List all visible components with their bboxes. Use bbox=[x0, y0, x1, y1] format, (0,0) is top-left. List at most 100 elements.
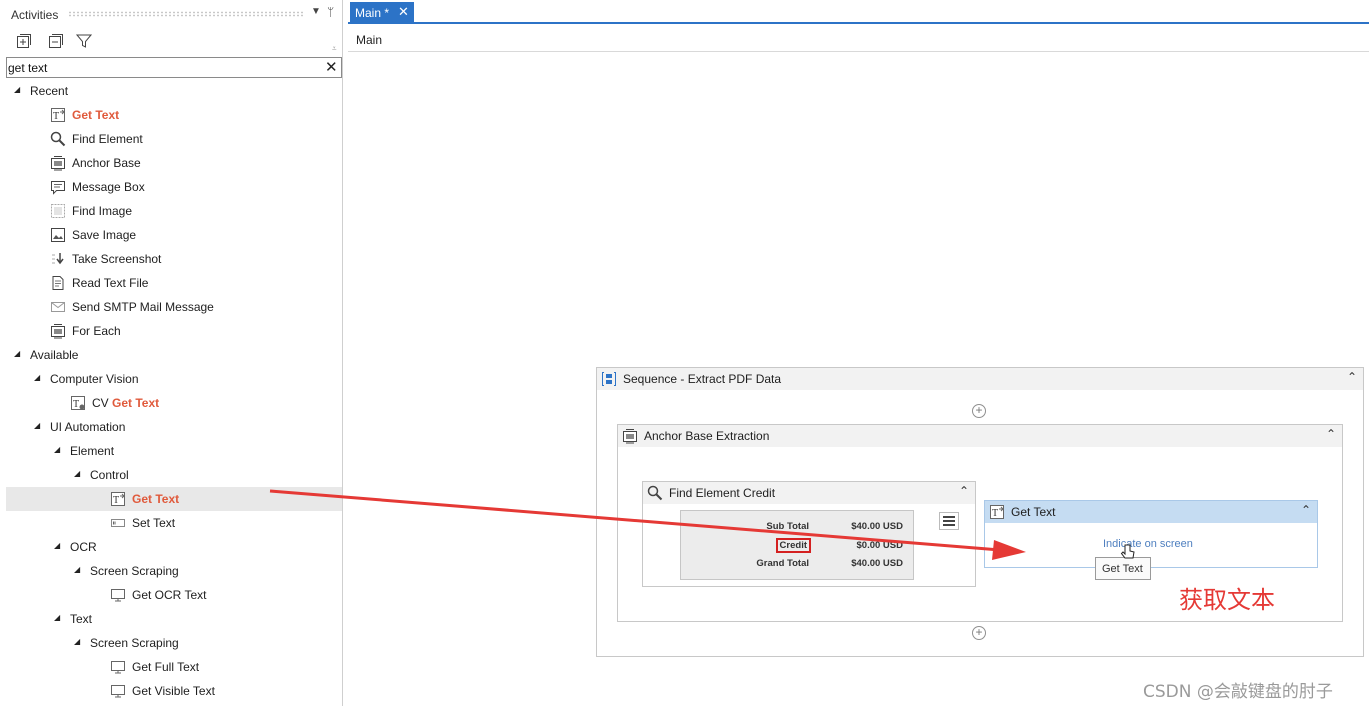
find-element-activity[interactable]: Find Element Credit ⌃ Sub Total $40.00 U… bbox=[642, 481, 976, 587]
tree-group-computer-vision[interactable]: ◢ Computer Vision bbox=[6, 367, 342, 391]
tree-item-send-smtp[interactable]: Send SMTP Mail Message bbox=[6, 295, 342, 319]
svg-text:T: T bbox=[992, 508, 998, 519]
expand-triangle-icon[interactable]: ◢ bbox=[54, 613, 60, 622]
tree-label: For Each bbox=[72, 324, 121, 338]
expand-triangle-icon[interactable]: ◢ bbox=[74, 469, 80, 478]
sequence-title: Sequence - Extract PDF Data bbox=[623, 372, 782, 386]
tree-group-available[interactable]: ◢ Available bbox=[6, 343, 342, 367]
filter-button[interactable] bbox=[75, 32, 95, 52]
tree-label: Element bbox=[70, 444, 115, 458]
expand-triangle-icon[interactable]: ◢ bbox=[74, 565, 80, 574]
svg-text:T: T bbox=[73, 399, 79, 410]
tree-label: Computer Vision bbox=[50, 372, 139, 386]
tab-label: Main * bbox=[355, 6, 390, 20]
pin-icon[interactable]: ᛘ bbox=[327, 5, 334, 19]
tree-group-ui-automation[interactable]: ◢ UI Automation bbox=[6, 415, 342, 439]
tree-item-take-screenshot[interactable]: Take Screenshot bbox=[6, 247, 342, 271]
tree-group-text[interactable]: ◢ Text bbox=[6, 607, 342, 631]
search-input[interactable] bbox=[8, 59, 308, 76]
close-icon[interactable]: ✕ bbox=[325, 58, 338, 76]
tree-item-get-visible-text[interactable]: Get Visible Text bbox=[6, 679, 342, 703]
filter-icon bbox=[75, 34, 93, 48]
tree-label: Send SMTP Mail Message bbox=[72, 300, 214, 314]
activities-header: Activities ▼ ᛘ bbox=[0, 0, 343, 28]
annotation-label: 获取文本 bbox=[1179, 586, 1275, 614]
hamburger-menu-icon[interactable] bbox=[939, 512, 959, 530]
sequence-icon bbox=[602, 372, 616, 386]
expand-triangle-icon[interactable]: ◢ bbox=[14, 85, 20, 94]
tree-group-recent[interactable]: ◢ Recent bbox=[6, 79, 342, 103]
tree-item-set-text[interactable]: Set Text bbox=[6, 511, 342, 535]
tree-group-ocr[interactable]: ◢ OCR bbox=[6, 535, 342, 559]
add-activity-plus-icon[interactable]: + bbox=[972, 404, 986, 418]
toolbar-overflow-icon[interactable]: ⩡ bbox=[332, 44, 337, 54]
add-activity-plus-icon[interactable]: + bbox=[972, 626, 986, 640]
tab-main[interactable]: Main * ✕ bbox=[350, 2, 414, 23]
activities-search[interactable]: ✕ bbox=[6, 57, 342, 78]
anchor-base-header[interactable]: Anchor Base Extraction ⌃ bbox=[618, 425, 1342, 447]
svg-text:T: T bbox=[53, 111, 59, 122]
get-text-icon: T bbox=[51, 108, 65, 122]
tree-group-screen-scraping-ocr[interactable]: ◢ Screen Scraping bbox=[6, 559, 342, 583]
chevron-down-icon[interactable]: ▼ bbox=[311, 6, 321, 17]
thumbnail-label: Grand Total bbox=[756, 558, 809, 569]
collapse-all-button[interactable] bbox=[47, 32, 67, 52]
get-text-title: Get Text bbox=[1011, 505, 1056, 519]
thumbnail-row: Sub Total $40.00 USD bbox=[681, 517, 913, 535]
tree-label: Text bbox=[70, 612, 93, 626]
collapse-icon[interactable]: ⌃ bbox=[1301, 503, 1311, 517]
expand-all-button[interactable] bbox=[15, 32, 35, 52]
tree-group-element[interactable]: ◢ Element bbox=[6, 439, 342, 463]
panel-drag-grip[interactable] bbox=[68, 11, 304, 17]
collapse-icon[interactable]: ⌃ bbox=[1347, 370, 1357, 384]
expand-triangle-icon[interactable]: ◢ bbox=[54, 541, 60, 550]
tree-item-get-text-recent[interactable]: T Get Text bbox=[6, 103, 342, 127]
expand-triangle-icon[interactable]: ◢ bbox=[54, 445, 60, 454]
collapse-icon[interactable]: ⌃ bbox=[959, 484, 969, 498]
tree-label: OCR bbox=[70, 540, 97, 554]
tree-group-control[interactable]: ◢ Control bbox=[6, 463, 342, 487]
find-element-title: Find Element Credit bbox=[669, 486, 776, 500]
close-icon[interactable]: ✕ bbox=[398, 4, 409, 20]
tree-item-read-text-file[interactable]: Read Text File bbox=[6, 271, 342, 295]
tree-group-screen-scraping-text[interactable]: ◢ Screen Scraping bbox=[6, 631, 342, 655]
tree-item-find-image[interactable]: Find Image bbox=[6, 199, 342, 223]
get-text-activity[interactable]: T Get Text ⌃ Indicate on screen Get Text bbox=[984, 500, 1318, 580]
thumbnail-value: $40.00 USD bbox=[851, 558, 903, 569]
expand-triangle-icon[interactable]: ◢ bbox=[14, 349, 20, 358]
monitor-icon bbox=[111, 661, 125, 674]
expand-triangle-icon[interactable]: ◢ bbox=[74, 637, 80, 646]
tree-item-for-each[interactable]: For Each bbox=[6, 319, 342, 343]
expand-triangle-icon[interactable]: ◢ bbox=[34, 373, 40, 382]
get-text-header[interactable]: T Get Text ⌃ bbox=[985, 501, 1317, 523]
tree-item-get-ocr-text[interactable]: Get OCR Text bbox=[6, 583, 342, 607]
expand-triangle-icon[interactable]: ◢ bbox=[34, 421, 40, 430]
sequence-header[interactable]: Sequence - Extract PDF Data ⌃ bbox=[597, 368, 1363, 390]
indicate-on-screen-link[interactable]: Indicate on screen bbox=[1103, 538, 1193, 550]
find-image-icon bbox=[51, 204, 65, 218]
element-screenshot-thumbnail[interactable]: Sub Total $40.00 USD Credit $0.00 USD Gr… bbox=[680, 510, 914, 580]
mail-icon bbox=[51, 302, 65, 312]
tree-label: Screen Scraping bbox=[90, 564, 179, 578]
tree-item-find-element[interactable]: Find Element bbox=[6, 127, 342, 151]
message-box-icon bbox=[51, 181, 65, 195]
tree-item-cv-get-text[interactable]: T CV Get Text bbox=[6, 391, 342, 415]
tree-label: Get Visible Text bbox=[132, 684, 215, 698]
anchor-base-icon bbox=[623, 429, 637, 444]
screenshot-icon bbox=[52, 253, 64, 265]
tree-item-message-box[interactable]: Message Box bbox=[6, 175, 342, 199]
tree-item-anchor-base[interactable]: Anchor Base bbox=[6, 151, 342, 175]
set-text-icon bbox=[111, 519, 125, 527]
find-element-header[interactable]: Find Element Credit ⌃ bbox=[643, 482, 975, 504]
monitor-icon bbox=[111, 589, 125, 602]
breadcrumb[interactable]: Main bbox=[356, 33, 382, 47]
thumbnail-value: $0.00 USD bbox=[856, 540, 903, 551]
tree-item-save-image[interactable]: Save Image bbox=[6, 223, 342, 247]
activities-toolbar bbox=[0, 28, 343, 56]
tree-label: Get Text bbox=[72, 108, 120, 122]
tree-item-get-text-selected[interactable]: T Get Text bbox=[6, 487, 342, 511]
collapse-icon[interactable]: ⌃ bbox=[1326, 427, 1336, 441]
tree-item-get-full-text[interactable]: Get Full Text bbox=[6, 655, 342, 679]
hand-cursor-icon bbox=[1120, 544, 1135, 559]
breadcrumb-bar: Main bbox=[348, 26, 1369, 52]
